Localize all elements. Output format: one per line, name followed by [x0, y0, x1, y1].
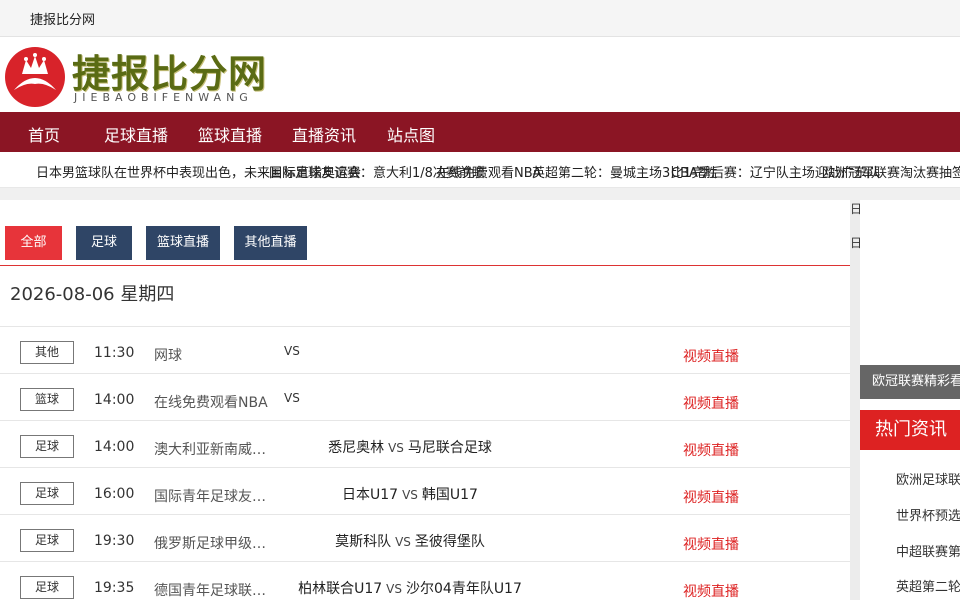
sidebar: 日 日 欧冠联赛精彩看点推荐合集 热门资讯 欧洲足球联赛最新战报 世界杯预选赛积…	[850, 200, 960, 600]
match-time: 14:00	[94, 392, 135, 408]
tab-other[interactable]: 其他直播	[234, 226, 307, 260]
table-row: 足球 19:30 俄罗斯足球甲级联赛常规赛 莫斯科队VS圣彼得堡队 视频直播	[0, 514, 850, 561]
sidebar-news-link[interactable]: 中超联赛第十轮前瞻	[896, 541, 960, 560]
home-team: 悉尼奥林	[328, 440, 385, 456]
match-teams[interactable]: 日本U17 VS 韩国U17	[270, 484, 550, 504]
section-gap	[0, 188, 960, 200]
news-ticker: 日本男篮球队在世界杯中表现出色，未来目标直指奥运会 国际足球友谊赛：意大利1/8…	[0, 152, 960, 188]
ticker-link[interactable]: 欧洲冠军联赛淘汰赛抽签结果出炉，各队对手揭晓	[822, 162, 960, 181]
crown-logo-icon[interactable]	[4, 46, 66, 108]
match-name[interactable]: 在线免费观看NBA	[154, 392, 269, 412]
match-name[interactable]: 网球	[154, 345, 269, 365]
match-teams[interactable]: 柏林联合U17 VS 沙尔04青年队U17	[270, 578, 550, 598]
match-name[interactable]: 德国青年足球联赛常规赛赛程	[154, 580, 269, 600]
away-team: 圣彼得堡队	[414, 534, 485, 550]
filter-tabs: 全部 足球 篮球直播 其他直播	[0, 226, 850, 266]
sidebar-news-link[interactable]: 欧洲足球联赛最新战报	[896, 469, 960, 488]
home-team: 日本U17	[342, 487, 399, 503]
nav-item-home[interactable]: 首页	[28, 122, 60, 146]
sidebar-divider	[850, 200, 860, 600]
away-team: 韩国U17	[421, 487, 478, 503]
main-nav: 首页 足球直播 篮球直播 直播资讯 站点图	[0, 112, 960, 152]
vs-label: VS	[388, 441, 404, 455]
ticker-link[interactable]: 在线免费观看NBA	[436, 162, 542, 181]
table-row: 足球 16:00 国际青年足球友谊赛邀请赛 日本U17VS韩国U17 视频直播	[0, 467, 850, 514]
vs-label: VS	[284, 344, 300, 358]
nav-item-sitemap[interactable]: 站点图	[387, 122, 435, 146]
sidebar-text-fragment: 日	[850, 202, 863, 216]
home-team: 莫斯科队	[335, 534, 392, 550]
league-badge[interactable]: 篮球	[20, 388, 74, 411]
nav-item-news[interactable]: 直播资讯	[292, 122, 356, 146]
sidebar-news-link[interactable]: 世界杯预选赛积分排名	[896, 505, 960, 524]
match-time: 11:30	[94, 345, 135, 361]
league-badge[interactable]: 足球	[20, 529, 74, 552]
tab-basketball[interactable]: 篮球直播	[146, 226, 220, 260]
top-bar: 捷报比分网	[0, 0, 960, 37]
home-team: 柏林联合U17	[298, 581, 383, 597]
tab-all[interactable]: 全部	[5, 226, 62, 260]
nav-item-football[interactable]: 足球直播	[104, 122, 168, 146]
logo-pinyin: JIEBAOBIFENWANG	[74, 91, 253, 104]
match-name[interactable]: 国际青年足球友谊赛邀请赛	[154, 486, 269, 506]
top-bar-site-name[interactable]: 捷报比分网	[30, 9, 95, 28]
match-time: 16:00	[94, 486, 135, 502]
match-time: 14:00	[94, 439, 135, 455]
sidebar-section-title: 热门资讯	[860, 410, 960, 450]
logo-text[interactable]: 捷报比分网	[72, 43, 267, 98]
table-row: 足球 14:00 澳大利亚新南威尔士州超级联赛 悉尼奥林VS马尼联合足球 视频直…	[0, 420, 850, 467]
sidebar-news-link[interactable]: 英超第二轮：3-1完胜	[896, 576, 960, 595]
header: 捷报比分网 JIEBAOBIFENWANG	[0, 37, 960, 112]
sidebar-text-fragment: 日	[850, 236, 863, 250]
table-row: 其他 11:30 网球 VS 视频直播	[0, 326, 850, 373]
vs-label: VS	[395, 535, 411, 549]
match-teams[interactable]: 莫斯科队 VS 圣彼得堡队	[270, 531, 550, 551]
nav-item-basketball[interactable]: 篮球直播	[198, 122, 262, 146]
table-row: 足球 19:35 德国青年足球联赛常规赛赛程 柏林联合U17VS 沙尔04青年队U…	[0, 561, 850, 600]
away-team: 沙尔04青年队U17	[406, 581, 522, 597]
watch-link[interactable]: 视频直播	[683, 440, 739, 460]
schedule-panel: 全部 足球 篮球直播 其他直播 2026-08-06 星期四 其他 11:30 …	[0, 200, 850, 600]
away-team: 马尼联合足球	[407, 440, 492, 456]
watch-link[interactable]: 视频直播	[683, 534, 739, 554]
vs-label: VS	[386, 582, 402, 596]
table-row: 篮球 14:00 在线免费观看NBA VS 视频直播	[0, 373, 850, 420]
watch-link[interactable]: 视频直播	[683, 346, 739, 366]
match-time: 19:30	[94, 533, 135, 549]
match-time: 19:35	[94, 580, 135, 596]
date-header: 2026-08-06 星期四	[10, 284, 175, 305]
league-badge[interactable]: 足球	[20, 576, 74, 599]
match-name[interactable]: 俄罗斯足球甲级联赛常规赛	[154, 533, 269, 553]
league-badge[interactable]: 足球	[20, 482, 74, 505]
vs-label: VS	[284, 391, 300, 405]
tab-football[interactable]: 足球	[76, 226, 132, 260]
vs-label: VS	[402, 488, 418, 502]
match-name[interactable]: 澳大利亚新南威尔士州超级联赛	[154, 439, 269, 459]
watch-link[interactable]: 视频直播	[683, 393, 739, 413]
match-teams[interactable]: 悉尼奥林 VS 马尼联合足球	[270, 437, 550, 457]
sidebar-promo-bar[interactable]: 欧冠联赛精彩看点推荐合集	[860, 365, 960, 399]
watch-link[interactable]: 视频直播	[683, 581, 739, 600]
league-badge[interactable]: 足球	[20, 435, 74, 458]
league-badge[interactable]: 其他	[20, 341, 74, 364]
watch-link[interactable]: 视频直播	[683, 487, 739, 507]
